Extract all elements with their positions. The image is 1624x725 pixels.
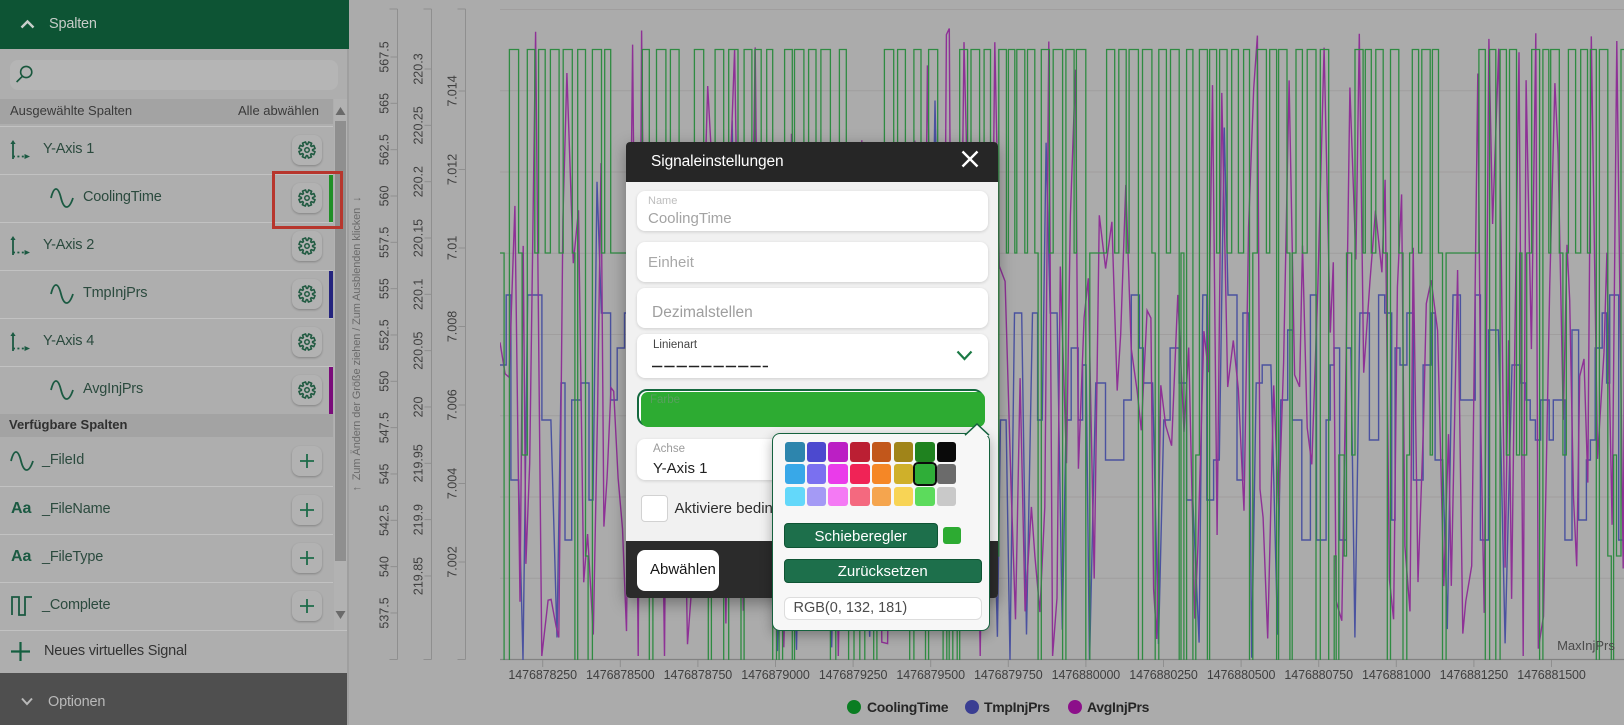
svg-text:7.008: 7.008 xyxy=(446,311,460,342)
svg-text:7.01: 7.01 xyxy=(446,236,460,260)
svg-text:547.5: 547.5 xyxy=(378,412,392,443)
svg-text:7.012: 7.012 xyxy=(446,154,460,185)
svg-text:555: 555 xyxy=(378,278,392,299)
svg-text:1476878500: 1476878500 xyxy=(586,668,655,682)
svg-text:545: 545 xyxy=(378,463,392,484)
svg-text:1476879250: 1476879250 xyxy=(819,668,888,682)
svg-text:219.9: 219.9 xyxy=(412,504,426,535)
svg-text:1476881500: 1476881500 xyxy=(1517,668,1586,682)
svg-text:550: 550 xyxy=(378,371,392,392)
svg-text:562.5: 562.5 xyxy=(378,134,392,165)
svg-text:1476881250: 1476881250 xyxy=(1440,668,1509,682)
svg-text:552.5: 552.5 xyxy=(378,319,392,350)
svg-text:537.5: 537.5 xyxy=(378,597,392,628)
svg-text:567.5: 567.5 xyxy=(378,41,392,72)
svg-text:7.006: 7.006 xyxy=(446,389,460,420)
svg-text:565: 565 xyxy=(378,93,392,114)
svg-text:1476880250: 1476880250 xyxy=(1129,668,1198,682)
svg-text:219.95: 219.95 xyxy=(412,444,426,482)
svg-text:MaxInjPrs: MaxInjPrs xyxy=(1557,638,1615,653)
svg-text:219.85: 219.85 xyxy=(412,557,426,595)
svg-text:1476880500: 1476880500 xyxy=(1207,668,1276,682)
svg-text:557.5: 557.5 xyxy=(378,227,392,258)
svg-text:220: 220 xyxy=(412,397,426,418)
svg-text:220.15: 220.15 xyxy=(412,219,426,257)
svg-text:540: 540 xyxy=(378,556,392,577)
svg-text:220.25: 220.25 xyxy=(412,106,426,144)
svg-text:1476878250: 1476878250 xyxy=(508,668,577,682)
svg-text:7.014: 7.014 xyxy=(446,75,460,106)
svg-text:7.004: 7.004 xyxy=(446,468,460,499)
svg-text:1476879750: 1476879750 xyxy=(974,668,1043,682)
svg-text:220.3: 220.3 xyxy=(412,53,426,84)
svg-text:1476879000: 1476879000 xyxy=(741,668,810,682)
svg-text:7.002: 7.002 xyxy=(446,546,460,577)
svg-text:220.2: 220.2 xyxy=(412,166,426,197)
svg-text:1476880000: 1476880000 xyxy=(1052,668,1121,682)
svg-text:1476880750: 1476880750 xyxy=(1284,668,1353,682)
svg-text:220.05: 220.05 xyxy=(412,331,426,369)
svg-text:1476879500: 1476879500 xyxy=(896,668,965,682)
svg-text:560: 560 xyxy=(378,186,392,207)
svg-text:1476878750: 1476878750 xyxy=(664,668,733,682)
svg-text:220.1: 220.1 xyxy=(412,279,426,310)
svg-text:542.5: 542.5 xyxy=(378,505,392,536)
svg-text:1476881000: 1476881000 xyxy=(1362,668,1431,682)
